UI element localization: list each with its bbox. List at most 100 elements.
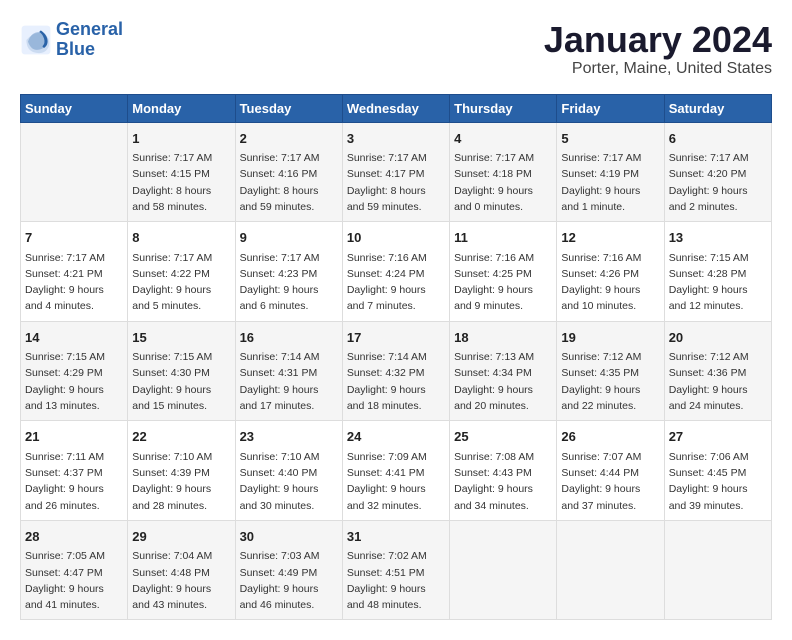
calendar-cell: 27Sunrise: 7:06 AMSunset: 4:45 PMDayligh… — [664, 421, 771, 521]
logo-line2: Blue — [56, 39, 95, 59]
calendar-cell: 22Sunrise: 7:10 AMSunset: 4:39 PMDayligh… — [128, 421, 235, 521]
day-number: 18 — [454, 328, 552, 348]
day-info: Sunrise: 7:10 AMSunset: 4:40 PMDaylight:… — [240, 449, 338, 514]
day-number: 15 — [132, 328, 230, 348]
day-number: 31 — [347, 527, 445, 547]
header-day-wednesday: Wednesday — [342, 94, 449, 122]
calendar-header: SundayMondayTuesdayWednesdayThursdayFrid… — [21, 94, 772, 122]
calendar-cell: 4Sunrise: 7:17 AMSunset: 4:18 PMDaylight… — [450, 122, 557, 222]
header-day-friday: Friday — [557, 94, 664, 122]
day-info: Sunrise: 7:06 AMSunset: 4:45 PMDaylight:… — [669, 449, 767, 514]
day-info: Sunrise: 7:17 AMSunset: 4:23 PMDaylight:… — [240, 250, 338, 315]
week-row: 21Sunrise: 7:11 AMSunset: 4:37 PMDayligh… — [21, 421, 772, 521]
day-number: 13 — [669, 228, 767, 248]
logo: General Blue — [20, 20, 123, 60]
day-info: Sunrise: 7:17 AMSunset: 4:15 PMDaylight:… — [132, 150, 230, 215]
day-info: Sunrise: 7:11 AMSunset: 4:37 PMDaylight:… — [25, 449, 123, 514]
day-info: Sunrise: 7:17 AMSunset: 4:19 PMDaylight:… — [561, 150, 659, 215]
day-number: 27 — [669, 427, 767, 447]
calendar-cell: 28Sunrise: 7:05 AMSunset: 4:47 PMDayligh… — [21, 520, 128, 620]
calendar-cell: 11Sunrise: 7:16 AMSunset: 4:25 PMDayligh… — [450, 222, 557, 322]
calendar-cell: 21Sunrise: 7:11 AMSunset: 4:37 PMDayligh… — [21, 421, 128, 521]
header-day-saturday: Saturday — [664, 94, 771, 122]
calendar-cell: 17Sunrise: 7:14 AMSunset: 4:32 PMDayligh… — [342, 321, 449, 421]
calendar-cell: 5Sunrise: 7:17 AMSunset: 4:19 PMDaylight… — [557, 122, 664, 222]
day-number: 22 — [132, 427, 230, 447]
day-number: 1 — [132, 129, 230, 149]
calendar-cell: 3Sunrise: 7:17 AMSunset: 4:17 PMDaylight… — [342, 122, 449, 222]
calendar-cell: 19Sunrise: 7:12 AMSunset: 4:35 PMDayligh… — [557, 321, 664, 421]
day-info: Sunrise: 7:09 AMSunset: 4:41 PMDaylight:… — [347, 449, 445, 514]
calendar-cell: 7Sunrise: 7:17 AMSunset: 4:21 PMDaylight… — [21, 222, 128, 322]
header-day-monday: Monday — [128, 94, 235, 122]
day-info: Sunrise: 7:15 AMSunset: 4:28 PMDaylight:… — [669, 250, 767, 315]
calendar-cell: 24Sunrise: 7:09 AMSunset: 4:41 PMDayligh… — [342, 421, 449, 521]
logo-icon — [20, 24, 52, 56]
calendar-cell: 25Sunrise: 7:08 AMSunset: 4:43 PMDayligh… — [450, 421, 557, 521]
week-row: 7Sunrise: 7:17 AMSunset: 4:21 PMDaylight… — [21, 222, 772, 322]
calendar-cell: 16Sunrise: 7:14 AMSunset: 4:31 PMDayligh… — [235, 321, 342, 421]
day-number: 16 — [240, 328, 338, 348]
day-number: 6 — [669, 129, 767, 149]
day-number: 17 — [347, 328, 445, 348]
calendar-cell: 6Sunrise: 7:17 AMSunset: 4:20 PMDaylight… — [664, 122, 771, 222]
day-info: Sunrise: 7:07 AMSunset: 4:44 PMDaylight:… — [561, 449, 659, 514]
day-info: Sunrise: 7:02 AMSunset: 4:51 PMDaylight:… — [347, 548, 445, 613]
day-number: 2 — [240, 129, 338, 149]
logo-line1: General — [56, 19, 123, 39]
day-info: Sunrise: 7:12 AMSunset: 4:36 PMDaylight:… — [669, 349, 767, 414]
day-number: 5 — [561, 129, 659, 149]
logo-text: General Blue — [56, 20, 123, 60]
day-info: Sunrise: 7:05 AMSunset: 4:47 PMDaylight:… — [25, 548, 123, 613]
calendar-cell: 10Sunrise: 7:16 AMSunset: 4:24 PMDayligh… — [342, 222, 449, 322]
day-number: 9 — [240, 228, 338, 248]
week-row: 28Sunrise: 7:05 AMSunset: 4:47 PMDayligh… — [21, 520, 772, 620]
day-number: 8 — [132, 228, 230, 248]
calendar-cell: 23Sunrise: 7:10 AMSunset: 4:40 PMDayligh… — [235, 421, 342, 521]
calendar-cell — [557, 520, 664, 620]
calendar-table: SundayMondayTuesdayWednesdayThursdayFrid… — [20, 94, 772, 621]
day-number: 29 — [132, 527, 230, 547]
day-number: 7 — [25, 228, 123, 248]
day-number: 20 — [669, 328, 767, 348]
day-number: 26 — [561, 427, 659, 447]
day-info: Sunrise: 7:16 AMSunset: 4:24 PMDaylight:… — [347, 250, 445, 315]
calendar-cell: 18Sunrise: 7:13 AMSunset: 4:34 PMDayligh… — [450, 321, 557, 421]
page-header: General Blue January 2024 Porter, Maine,… — [20, 20, 772, 78]
calendar-cell: 9Sunrise: 7:17 AMSunset: 4:23 PMDaylight… — [235, 222, 342, 322]
day-info: Sunrise: 7:17 AMSunset: 4:21 PMDaylight:… — [25, 250, 123, 315]
day-info: Sunrise: 7:03 AMSunset: 4:49 PMDaylight:… — [240, 548, 338, 613]
day-info: Sunrise: 7:08 AMSunset: 4:43 PMDaylight:… — [454, 449, 552, 514]
day-info: Sunrise: 7:17 AMSunset: 4:16 PMDaylight:… — [240, 150, 338, 215]
calendar-cell: 2Sunrise: 7:17 AMSunset: 4:16 PMDaylight… — [235, 122, 342, 222]
day-number: 19 — [561, 328, 659, 348]
calendar-cell: 30Sunrise: 7:03 AMSunset: 4:49 PMDayligh… — [235, 520, 342, 620]
calendar-cell — [450, 520, 557, 620]
day-info: Sunrise: 7:14 AMSunset: 4:32 PMDaylight:… — [347, 349, 445, 414]
day-number: 24 — [347, 427, 445, 447]
day-number: 25 — [454, 427, 552, 447]
day-info: Sunrise: 7:17 AMSunset: 4:20 PMDaylight:… — [669, 150, 767, 215]
calendar-cell: 8Sunrise: 7:17 AMSunset: 4:22 PMDaylight… — [128, 222, 235, 322]
day-info: Sunrise: 7:17 AMSunset: 4:22 PMDaylight:… — [132, 250, 230, 315]
week-row: 1Sunrise: 7:17 AMSunset: 4:15 PMDaylight… — [21, 122, 772, 222]
title-block: January 2024 Porter, Maine, United State… — [544, 20, 772, 78]
day-info: Sunrise: 7:17 AMSunset: 4:18 PMDaylight:… — [454, 150, 552, 215]
day-info: Sunrise: 7:04 AMSunset: 4:48 PMDaylight:… — [132, 548, 230, 613]
day-number: 3 — [347, 129, 445, 149]
calendar-cell — [664, 520, 771, 620]
day-info: Sunrise: 7:10 AMSunset: 4:39 PMDaylight:… — [132, 449, 230, 514]
calendar-cell — [21, 122, 128, 222]
header-day-tuesday: Tuesday — [235, 94, 342, 122]
week-row: 14Sunrise: 7:15 AMSunset: 4:29 PMDayligh… — [21, 321, 772, 421]
day-number: 10 — [347, 228, 445, 248]
calendar-title: January 2024 — [544, 20, 772, 60]
calendar-cell: 26Sunrise: 7:07 AMSunset: 4:44 PMDayligh… — [557, 421, 664, 521]
day-number: 23 — [240, 427, 338, 447]
day-number: 14 — [25, 328, 123, 348]
header-day-sunday: Sunday — [21, 94, 128, 122]
calendar-cell: 14Sunrise: 7:15 AMSunset: 4:29 PMDayligh… — [21, 321, 128, 421]
day-number: 21 — [25, 427, 123, 447]
day-info: Sunrise: 7:16 AMSunset: 4:26 PMDaylight:… — [561, 250, 659, 315]
day-info: Sunrise: 7:13 AMSunset: 4:34 PMDaylight:… — [454, 349, 552, 414]
